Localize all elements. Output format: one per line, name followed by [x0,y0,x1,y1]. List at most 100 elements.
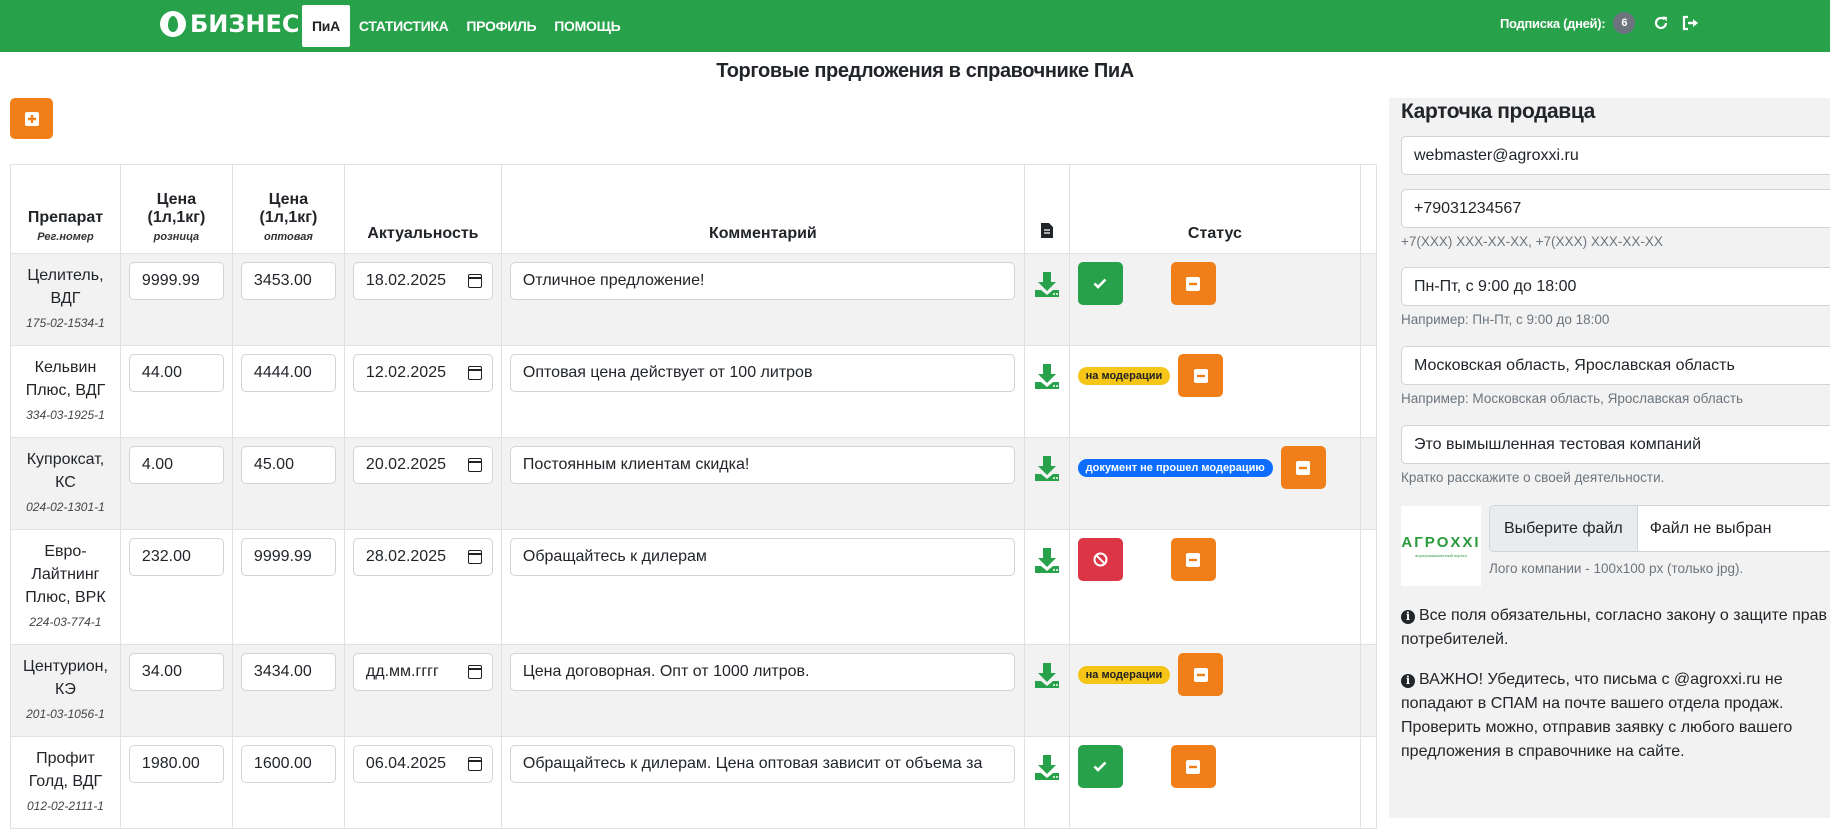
header-price-wholesale: Цена (1л,1кг) оптовая [231,164,345,254]
logo-file-input[interactable]: Выберите файл Файл не выбран [1489,505,1830,552]
minus-square-button[interactable] [1178,354,1224,397]
download-icon[interactable] [1033,454,1061,487]
company-logo: АГРOXXI агропромышленный портал [1401,506,1481,586]
about-hint: Кратко расскажите о своей деятельности. [1401,470,1665,485]
wholesale-price-input[interactable]: 3453.00 [240,262,336,300]
wholesale-price-input[interactable]: 4444.00 [240,354,336,392]
info-icon: i [1401,674,1415,688]
comment-input[interactable]: Постоянным клиентам скидка! [509,446,1015,484]
ban-icon [1093,552,1108,567]
brand-name: БИЗНЕС [190,10,300,38]
phone-field[interactable]: +79031234567 [1401,189,1830,228]
regions-field[interactable]: Московская область, Ярославская область [1401,346,1830,385]
logout-icon[interactable] [1681,13,1701,33]
drug-name[interactable]: Целитель, ВДГ [17,264,114,310]
nav-link-pia[interactable]: ПиА [302,5,350,47]
download-icon[interactable] [1033,661,1061,694]
calendar-icon[interactable] [467,757,482,771]
reg-number: 201-03-1056-1 [26,707,105,721]
table-row: Целитель, ВДГ 175-02-1534-1 9999.99 3453.00… [10,253,1377,346]
drug-cell: Кельвин Плюс, ВДГ 334-03-1925-1 [10,345,121,438]
wholesale-price-input[interactable]: 45.00 [240,446,336,484]
header-actuality: Актуальность [343,164,502,254]
minus-square-button[interactable] [1170,745,1216,788]
calendar-icon[interactable] [467,274,482,288]
date-value: 20.02.2025 [365,456,446,473]
minus-square-button[interactable] [1170,262,1216,305]
seller-card: Карточка продавца webmaster@agroxxi.ru +… [1389,98,1830,818]
date-input[interactable]: дд.мм.гггг [352,653,493,691]
status-group: документ не прошел модерацию [1077,446,1353,489]
refresh-icon[interactable] [1651,13,1671,33]
download-icon[interactable] [1033,753,1061,786]
status-badge: на модерации [1077,665,1171,684]
reg-number: 175-02-1534-1 [26,316,105,330]
minus-square-button[interactable] [1170,538,1216,581]
wholesale-price-input[interactable]: 1600.00 [240,745,336,783]
header-document [1023,164,1070,254]
approved-button[interactable] [1077,745,1123,788]
calendar-icon[interactable] [467,665,482,679]
subscription-label: Подписка (дней): [1500,15,1606,31]
calendar-icon[interactable] [467,458,482,472]
date-input[interactable]: 12.02.2025 [352,354,493,392]
choose-file-button[interactable]: Выберите файл [1490,506,1638,551]
brand-logo[interactable]: БИЗНЕС [160,10,300,38]
date-input[interactable]: 28.02.2025 [352,538,493,576]
calendar-icon[interactable] [467,550,482,564]
drug-name[interactable]: Профит Голд, ВДГ [17,747,114,793]
rejected-button[interactable] [1077,538,1123,581]
drug-name[interactable]: Евро-Лайтнинг Плюс, ВРК [17,540,114,609]
logo-hint: Лого компании - 100x100 px (только jpg). [1489,561,1744,576]
nav-link-profile[interactable]: ПРОФИЛЬ [457,5,545,47]
date-input[interactable]: 06.04.2025 [352,745,493,783]
reg-number: 224-03-774-1 [29,615,102,629]
header-comment: Комментарий [500,164,1025,254]
download-icon[interactable] [1033,270,1061,303]
minus-square-button[interactable] [1178,653,1224,696]
retail-price-input[interactable]: 44.00 [128,354,224,392]
date-input[interactable]: 18.02.2025 [352,262,493,300]
approved-button[interactable] [1077,262,1123,305]
email-field[interactable]: webmaster@agroxxi.ru [1401,136,1830,175]
calendar-icon[interactable] [467,366,482,380]
spam-warning-note: i ВАЖНО! Убедитесь, что письма с @agroxxi… [1401,671,1793,760]
comment-input[interactable]: Отличное предложение! [509,262,1015,300]
row-extra-cell [1360,437,1377,530]
date-value: 06.04.2025 [365,755,446,772]
comment-input[interactable]: Обращайтесь к дилерам [509,538,1015,576]
minus-square-icon [1193,667,1208,682]
comment-input[interactable]: Оптовая цена действует от 100 литров [509,354,1015,392]
about-field[interactable]: Это вымышленная тестовая компаний [1401,425,1830,464]
header-price-retail: Цена (1л,1кг) розница [119,164,233,254]
nav-link-help[interactable]: ПОМОЩЬ [545,5,629,47]
date-input[interactable]: 20.02.2025 [352,446,493,484]
retail-price-input[interactable]: 1980.00 [128,745,224,783]
row-extra-cell [1360,644,1377,737]
retail-price-input[interactable]: 232.00 [128,538,224,576]
download-icon[interactable] [1033,546,1061,579]
reg-number: 012-02-2111-1 [26,799,104,813]
drug-cell: Центурион, КЭ 201-03-1056-1 [10,644,121,737]
wholesale-price-input[interactable]: 3434.00 [240,653,336,691]
comment-input[interactable]: Обращайтесь к дилерам. Цена оптовая зави… [509,745,1015,783]
add-offer-button[interactable] [10,98,53,139]
hours-field[interactable]: Пн-Пт, с 9:00 до 18:00 [1401,267,1830,306]
minus-square-button[interactable] [1280,446,1326,489]
retail-price-input[interactable]: 4.00 [128,446,224,484]
drug-name[interactable]: Кельвин Плюс, ВДГ [17,356,114,402]
wholesale-price-input[interactable]: 9999.99 [240,538,336,576]
file-icon [1040,223,1053,238]
minus-square-icon [1296,460,1311,475]
file-name-label: Файл не выбран [1649,520,1772,537]
retail-price-input[interactable]: 9999.99 [128,262,224,300]
minus-square-icon [1186,276,1201,291]
drug-name[interactable]: Купроксат, КС [17,448,114,494]
nav-link-statistics[interactable]: СТАТИСТИКА [350,5,458,47]
comment-input[interactable]: Цена договорная. Опт от 1000 литров. [509,653,1015,691]
retail-price-input[interactable]: 34.00 [128,653,224,691]
drug-name[interactable]: Центурион, КЭ [17,655,114,701]
table-row: Евро-Лайтнинг Плюс, ВРК 224-03-774-1 232.0… [10,529,1377,645]
status-group: на модерации [1077,653,1353,696]
download-icon[interactable] [1033,362,1061,395]
